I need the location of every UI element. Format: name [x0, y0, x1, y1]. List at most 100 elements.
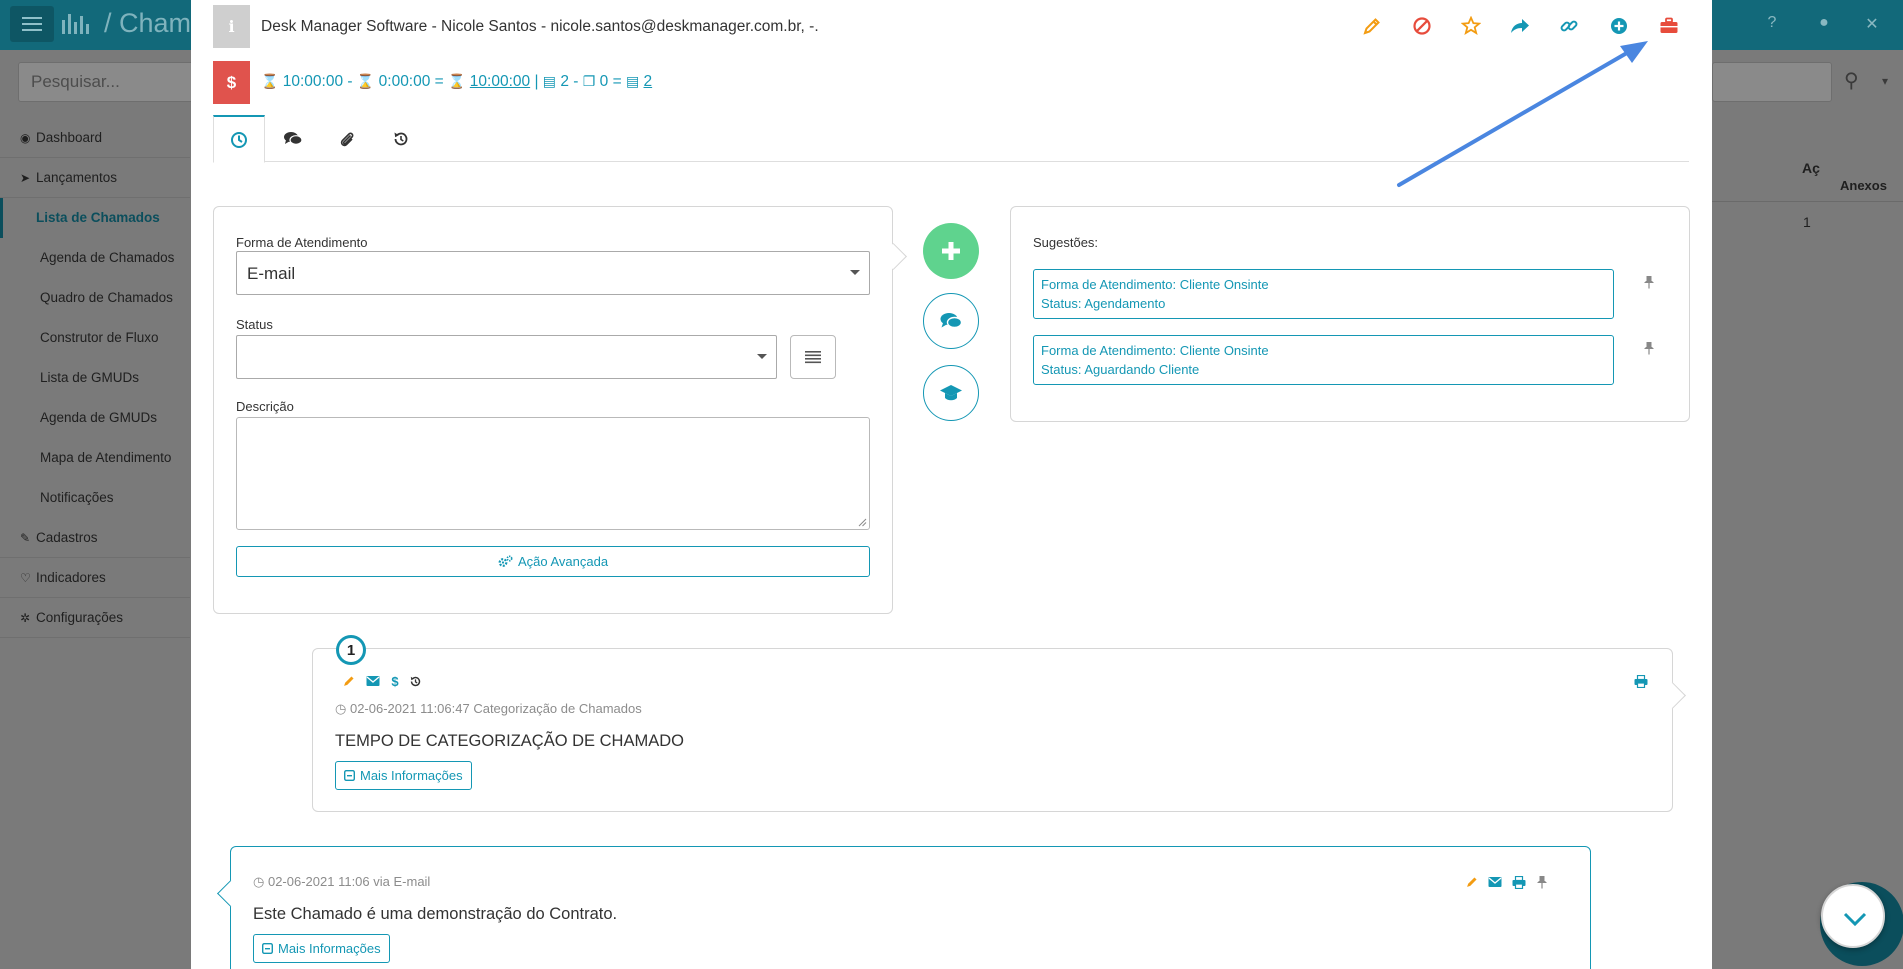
sidebar: ◉ Dashboard ➤ Lançamentos Lista de Chamados A… [0, 118, 190, 638]
email-entry-button[interactable] [365, 673, 381, 689]
step-number-badge: 1 [336, 635, 366, 665]
sidebar-item[interactable]: Agenda de GMUDs [0, 398, 190, 438]
suggestion-item[interactable]: Forma de Atendimento: Cliente Onsinte St… [1033, 335, 1614, 385]
history-icon [410, 676, 420, 686]
favorite-button[interactable] [1459, 14, 1483, 38]
add-action-button[interactable] [923, 223, 979, 279]
history-entry-button[interactable] [407, 673, 423, 689]
hourglass-icon: ⌛ [261, 73, 279, 89]
chevron-down-icon [850, 270, 860, 275]
sidebar-item[interactable]: ✲ Configurações [0, 598, 190, 638]
add-comment-button[interactable] [923, 293, 979, 349]
sidebar-item-label: Configurações [36, 610, 124, 625]
edit-button[interactable] [1360, 14, 1384, 38]
plus-circle-icon [1611, 18, 1627, 34]
envelope-icon [366, 676, 380, 686]
forma-atendimento-select[interactable]: E-mail [236, 251, 870, 295]
money-badge[interactable]: $ [213, 61, 250, 104]
cog-icon: ✲ [20, 611, 31, 625]
descricao-textarea[interactable] [236, 417, 870, 530]
sidebar-item[interactable]: ♡ Indicadores [0, 558, 190, 598]
status-list-button[interactable] [790, 335, 836, 379]
pencil-icon [344, 676, 354, 686]
resize-handle-icon[interactable] [857, 517, 867, 527]
knowledge-base-button[interactable] [923, 365, 979, 421]
link-button[interactable] [1557, 14, 1581, 38]
sidebar-item[interactable]: Mapa de Atendimento [0, 438, 190, 478]
search-input-right[interactable] [1712, 62, 1832, 102]
ban-icon [1413, 17, 1431, 35]
star-icon [1461, 16, 1481, 35]
table-cell: 1 [1803, 214, 1811, 230]
add-button[interactable] [1607, 14, 1631, 38]
info-badge[interactable]: i [213, 5, 250, 48]
time-used: 0:00:00 [378, 73, 431, 90]
time-total: 10:00:00 [282, 73, 344, 90]
edit-entry-button[interactable] [341, 673, 357, 689]
forward-button[interactable] [1508, 14, 1532, 38]
sidebar-item[interactable]: ◉ Dashboard [0, 118, 190, 158]
heart-icon: ♡ [20, 571, 31, 585]
file-text-icon: ▤ [625, 73, 640, 89]
sidebar-item-label: Cadastros [36, 530, 98, 545]
edit-entry-button[interactable] [1464, 874, 1480, 890]
briefcase-button[interactable] [1657, 14, 1681, 38]
clock-icon: ◷ [253, 874, 265, 889]
email-entry-button[interactable] [1487, 874, 1503, 890]
tab-history[interactable] [375, 115, 427, 162]
docs-remaining-link[interactable]: 2 [644, 73, 653, 90]
tab-attachments[interactable] [321, 115, 373, 162]
clock-icon: ◷ [335, 701, 347, 716]
chevron-down-icon[interactable]: ▾ [1882, 74, 1888, 88]
descricao-label: Descrição [236, 399, 294, 414]
thumbtack-icon [1537, 876, 1547, 889]
table-header-anexos: Anexos [1840, 178, 1887, 193]
sidebar-item[interactable]: Quadro de Chamados [0, 278, 190, 318]
print-entry-button[interactable] [1511, 874, 1527, 890]
sidebar-item[interactable]: Lista de GMUDs [0, 358, 190, 398]
entry-meta-text: 02-06-2021 11:06 via E-mail [267, 874, 431, 889]
ticket-title: Desk Manager Software - Nicole Santos - … [261, 18, 819, 35]
time-remaining-link[interactable]: 10:00:00 [470, 73, 530, 90]
tab-timeline[interactable] [213, 115, 265, 163]
tab-comments[interactable] [267, 115, 319, 162]
sidebar-item[interactable]: Construtor de Fluxo [0, 318, 190, 358]
suggestion-item[interactable]: Forma de Atendimento: Cliente Onsinte St… [1033, 269, 1614, 319]
sidebar-item[interactable]: Lista de Chamados [0, 198, 190, 238]
print-icon [1512, 875, 1526, 889]
sidebar-item-label: Notificações [40, 490, 114, 505]
sidebar-item[interactable]: Notificações [0, 478, 190, 518]
scroll-down-button[interactable] [1821, 884, 1885, 948]
ticket-tabs [213, 115, 1689, 163]
pin-entry-button[interactable] [1534, 874, 1550, 890]
table-header-acoes: Aç [1802, 160, 1820, 176]
sidebar-item[interactable]: ➤ Lançamentos [0, 158, 190, 198]
hamburger-menu-button[interactable] [10, 6, 54, 42]
fullscreen-icon[interactable]: ✕ [1862, 14, 1882, 34]
dashboard-icon: ◉ [20, 131, 31, 145]
advanced-action-button[interactable]: Ação Avançada [236, 546, 870, 577]
pin-button[interactable] [1643, 275, 1655, 294]
sidebar-item[interactable]: ✎ Cadastros [0, 518, 190, 558]
time-summary: ⌛ 10:00:00 - ⌛ 0:00:00 = ⌛ 10:00:00 | ▤ … [261, 73, 653, 90]
link-icon [1560, 20, 1578, 32]
user-icon[interactable]: ● [1814, 14, 1834, 32]
sidebar-item[interactable]: Agenda de Chamados [0, 238, 190, 278]
print-icon [1634, 674, 1648, 688]
dollar-icon[interactable]: $ [387, 673, 403, 689]
search-icon[interactable]: ⚲ [1844, 68, 1859, 93]
more-info-button[interactable]: Mais Informações [253, 934, 390, 963]
entry-text: TEMPO DE CATEGORIZAÇÃO DE CHAMADO [335, 732, 684, 750]
status-select[interactable] [236, 335, 777, 379]
suggestion-line-status: Status: Agendamento [1041, 296, 1166, 311]
entry-text: Este Chamado é uma demonstração do Contr… [253, 905, 618, 923]
more-info-button[interactable]: Mais Informações [335, 761, 472, 790]
print-entry-button[interactable] [1633, 673, 1649, 689]
share-icon [1511, 19, 1529, 33]
help-icon[interactable]: ? [1762, 14, 1782, 32]
search-input[interactable]: Pesquisar... [18, 62, 198, 102]
pin-button[interactable] [1643, 341, 1655, 360]
chevron-down-icon [757, 354, 767, 359]
cancel-ticket-button[interactable] [1410, 14, 1434, 38]
thumbtack-icon [1644, 276, 1654, 289]
